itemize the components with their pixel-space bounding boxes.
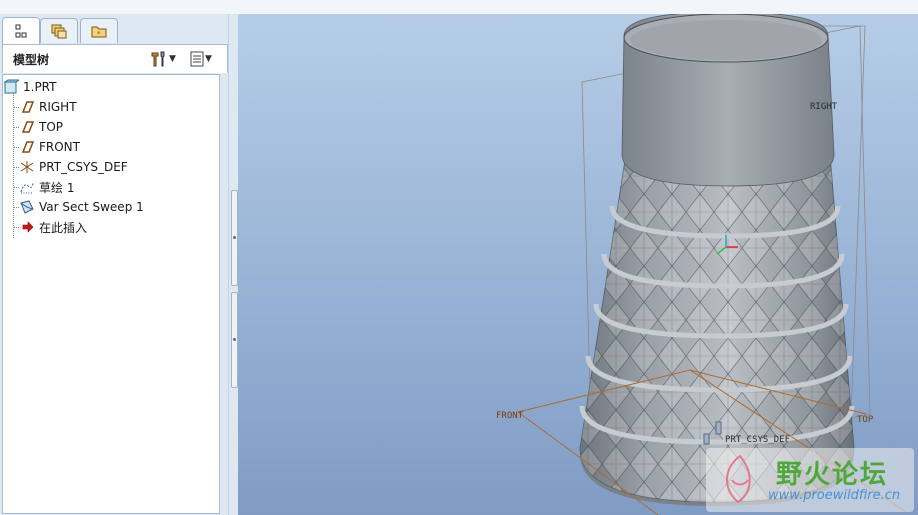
model-canvas: RIGHT FRONT TOP PRT_CSYS_DEF [496,14,907,515]
sketch-icon [20,182,34,194]
tools-icon [151,51,165,67]
splitter-grip-upper[interactable] [231,190,238,286]
svg-text:*: * [97,30,101,38]
tree-connector [13,167,19,168]
sweep-icon [20,200,34,214]
part-icon [3,79,19,94]
tree-item-label: RIGHT [39,100,77,114]
tree-connector [13,187,19,188]
tree-item-label: PRT_CSYS_DEF [39,160,128,174]
datum-label-top: TOP [857,415,874,425]
datum-plane-icon [21,141,35,153]
tree-item-label: 草绘 1 [39,180,75,195]
navigator-tabs: * [0,16,228,44]
settings-dropdown[interactable]: ▼ [149,50,176,68]
insert-arrow-icon [22,221,34,233]
flame-logo-icon [726,454,751,504]
chevron-down-icon: ▼ [205,54,212,64]
tree-root[interactable]: 1.PRT [3,77,56,97]
root-label: 1.PRT [23,80,57,94]
datum-label-right: RIGHT [810,102,838,112]
tree-connector [13,127,19,128]
splitter-grip-lower[interactable] [231,292,238,388]
chevron-down-icon: ▼ [169,54,176,64]
top-strip [0,0,918,15]
datum-plane-icon [21,101,35,113]
tree-item-label: TOP [39,120,64,134]
navigator-panel: * 模型树 ▼ ▼ 1.PRT RIGHT TOP FRONT PRT_CSYS… [0,14,228,515]
tree-connector [13,147,19,148]
folder-icon: * [91,26,107,38]
tree-icon [15,24,27,38]
tree-item-sketch[interactable]: 草绘 1 [19,177,74,197]
tree-item-label: 在此插入 [39,220,88,235]
forum-watermark: 野火论坛 www.proewildfire.cn [706,448,914,512]
tree-item-insert-here[interactable]: 在此插入 [19,217,87,237]
tree-item-label: Var Sect Sweep 1 [39,200,144,214]
coordinate-system-icon [20,161,34,173]
folder-tab[interactable]: * [80,18,118,43]
tree-item-label: FRONT [39,140,80,154]
list-icon [190,51,204,67]
tree-guide [13,93,14,238]
grip-dot [233,338,236,341]
tree-header: 模型树 ▼ ▼ [2,44,228,73]
panel-title: 模型树 [13,53,50,67]
datum-label-front: FRONT [496,411,524,421]
tree-item-right[interactable]: RIGHT [19,97,77,117]
tree-item-front[interactable]: FRONT [19,137,80,157]
show-dropdown[interactable]: ▼ [189,50,212,68]
model-tree-tab[interactable] [2,17,40,44]
datum-label-csys: PRT_CSYS_DEF [725,435,790,445]
layers-tab[interactable] [40,18,78,43]
datum-plane-icon [21,121,35,133]
watermark-title: 野火论坛 [776,460,889,490]
layers-icon [51,24,67,39]
tree-item-top[interactable]: TOP [19,117,63,137]
grip-dot [233,236,236,239]
tree-item-csys[interactable]: PRT_CSYS_DEF [19,157,128,177]
tree-connector [13,207,19,208]
watermark-url: www.proewildfire.cn [768,488,901,503]
graphics-viewport[interactable]: RIGHT FRONT TOP PRT_CSYS_DEF [238,14,918,515]
tree-connector [13,107,19,108]
model-tree: 1.PRT RIGHT TOP FRONT PRT_CSYS_DEF 草绘 1 … [2,74,220,514]
tree-connector [13,227,19,228]
tree-item-sweep[interactable]: Var Sect Sweep 1 [19,197,144,217]
